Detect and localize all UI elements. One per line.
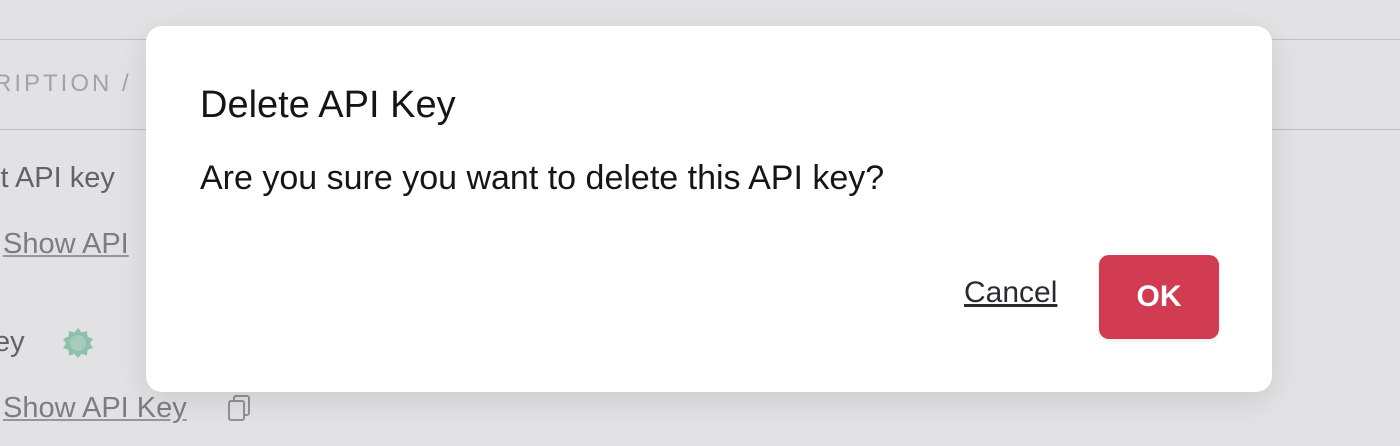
ok-button[interactable]: OK: [1099, 255, 1219, 339]
dialog-message: Are you sure you want to delete this API…: [200, 159, 885, 197]
page: RIPTION / lt API key Show API ey Show AP…: [0, 0, 1400, 446]
cancel-button[interactable]: Cancel: [964, 276, 1057, 310]
delete-api-key-dialog: Delete API Key Are you sure you want to …: [146, 26, 1272, 392]
dialog-title: Delete API Key: [200, 84, 456, 126]
